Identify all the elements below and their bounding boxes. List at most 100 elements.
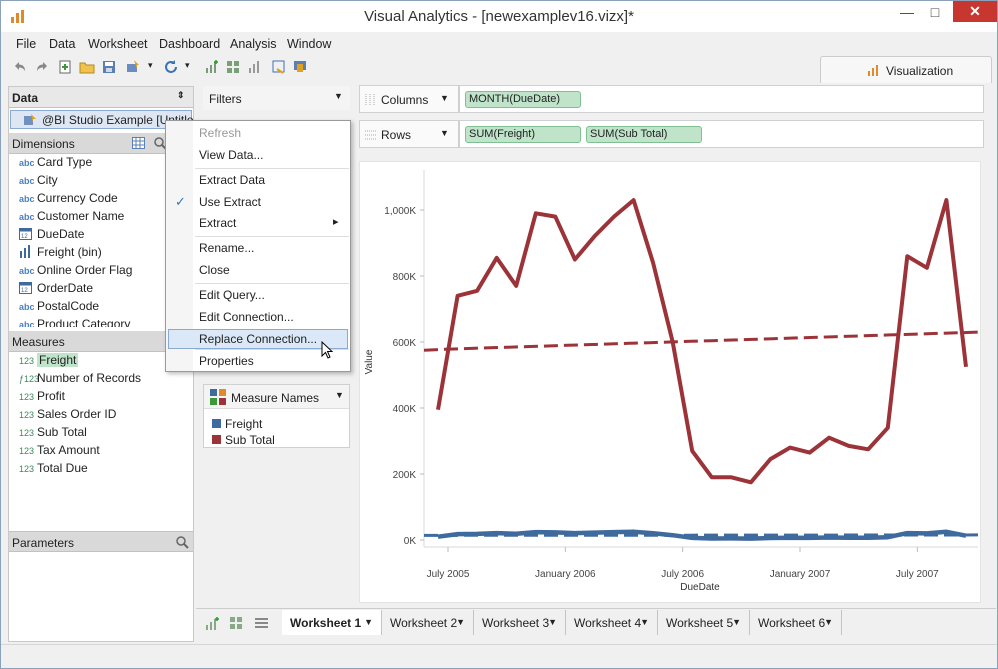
columns-pill[interactable]: MONTH(DueDate) [465, 91, 581, 108]
menu-item-close[interactable]: Close [199, 263, 230, 277]
worksheet-tab[interactable]: Worksheet 5 ▼ [658, 610, 750, 635]
numeric-field-icon: 123 [19, 356, 35, 366]
presentation-icon[interactable] [292, 59, 308, 75]
tab-dropdown-icon[interactable]: ▼ [640, 617, 649, 627]
measure-field[interactable]: 123 Total Due [19, 461, 88, 479]
format-icon[interactable] [271, 59, 287, 75]
filters-dropdown-icon[interactable]: ▼ [334, 91, 343, 101]
menu-dashboard[interactable]: Dashboard [159, 37, 220, 51]
new-worksheet-icon[interactable] [204, 59, 220, 75]
worksheet-tab[interactable]: Worksheet 4 ▼ [566, 610, 658, 635]
columns-dropdown-icon[interactable]: ▼ [440, 93, 449, 103]
tab-dropdown-icon[interactable]: ▼ [732, 617, 741, 627]
new-dashboard-icon[interactable] [225, 59, 241, 75]
dimension-field[interactable]: abc Online Order Flag [19, 263, 132, 281]
legend-item[interactable]: Freight [212, 417, 262, 431]
undo-icon[interactable] [12, 59, 28, 75]
menu-item-edit-query[interactable]: Edit Query... [199, 288, 265, 302]
new-dashboard-icon[interactable] [229, 616, 244, 631]
legend-swatch [212, 435, 221, 444]
numeric-field-icon: 123 [19, 464, 35, 474]
chart-icon[interactable] [247, 59, 263, 75]
menu-window[interactable]: Window [287, 37, 331, 51]
dimension-field[interactable]: abc Product Category [19, 317, 130, 327]
worksheet-tab[interactable]: Worksheet 1 ▼ [282, 610, 382, 635]
menu-item-refresh[interactable]: Refresh [199, 126, 241, 140]
tab-visualization[interactable]: Visualization [820, 56, 992, 83]
calculated-measure-icon: ƒ123 [19, 374, 40, 384]
rows-shelf-label[interactable]: Rows ▼ [359, 120, 459, 148]
minimize-button[interactable]: — [894, 2, 920, 22]
columns-shelf[interactable]: MONTH(DueDate) [459, 85, 984, 113]
menu-item-use-extract[interactable]: Use Extract [199, 195, 261, 209]
sheet-list-icon[interactable] [254, 617, 269, 630]
measure-field[interactable]: 123 Tax Amount [19, 443, 100, 461]
legend-header[interactable]: Measure Names ▼ [204, 385, 349, 409]
menu-item-replace-connection[interactable]: Replace Connection... [199, 332, 317, 346]
dimension-field[interactable]: 12 OrderDate [19, 281, 93, 299]
menu-file[interactable]: File [16, 37, 36, 51]
legend-dropdown-icon[interactable]: ▼ [335, 390, 344, 400]
worksheet-tab[interactable]: Worksheet 3 ▼ [474, 610, 566, 635]
x-axis-title: DueDate [680, 582, 720, 593]
legend-swatch [212, 419, 221, 428]
measure-field[interactable]: 123 Profit [19, 389, 65, 407]
tab-dropdown-icon[interactable]: ▼ [548, 617, 557, 627]
new-worksheet-icon[interactable] [205, 616, 220, 631]
worksheet-tab[interactable]: Worksheet 6 ▼ [750, 610, 842, 635]
filters-card[interactable]: Filters ▼ [203, 86, 350, 110]
field-label: Card Type [37, 155, 93, 169]
menu-item-edit-connection[interactable]: Edit Connection... [199, 310, 294, 324]
sort-arrows-icon[interactable]: ⇕ [177, 90, 185, 101]
refresh-icon[interactable] [163, 59, 179, 75]
menu-item-extract-data[interactable]: Extract Data [199, 173, 265, 187]
field-label: Online Order Flag [37, 263, 133, 277]
redo-icon[interactable] [34, 59, 50, 75]
dropdown-arrow-icon[interactable]: ▾ [148, 60, 153, 71]
measure-field[interactable]: 123 Sales Order ID [19, 407, 116, 425]
rows-pill[interactable]: SUM(Sub Total) [586, 126, 702, 143]
columns-shelf-label[interactable]: Columns ▼ [359, 85, 459, 113]
tab-dropdown-icon[interactable]: ▼ [364, 617, 373, 627]
tab-dropdown-icon[interactable]: ▼ [824, 617, 833, 627]
field-label: Freight (bin) [37, 245, 102, 259]
columns-label: Columns [381, 93, 429, 107]
dimension-field[interactable]: abc City [19, 173, 58, 191]
menu-analysis[interactable]: Analysis [230, 37, 277, 51]
rows-pill[interactable]: SUM(Freight) [465, 126, 581, 143]
data-source-icon[interactable] [125, 59, 141, 75]
menu-item-view-data[interactable]: View Data... [199, 148, 263, 162]
measure-field[interactable]: ƒ123Number of Records [19, 371, 141, 389]
numeric-field-icon: 123 [19, 410, 35, 420]
open-folder-icon[interactable] [79, 59, 95, 75]
legend-card: Measure Names ▼ Freight Sub Total [203, 384, 350, 448]
menu-item-extract[interactable]: Extract [199, 216, 236, 230]
close-window-button[interactable]: ✕ [953, 1, 997, 22]
dimension-field[interactable]: abc Currency Code [19, 191, 118, 209]
chart-area[interactable]: 0K 200K 400K 600K 800K 1,000K July 2005 January… [359, 161, 981, 603]
menu-worksheet[interactable]: Worksheet [88, 37, 148, 51]
search-icon[interactable] [175, 535, 189, 549]
dimension-field[interactable]: abc Card Type [19, 155, 92, 173]
table-view-icon[interactable] [132, 137, 145, 149]
dimension-field[interactable]: 12 DueDate [19, 227, 84, 245]
menu-item-properties[interactable]: Properties [199, 354, 254, 368]
numeric-field-icon: 123 [19, 446, 35, 456]
new-file-icon[interactable] [57, 59, 73, 75]
dropdown-arrow-icon[interactable]: ▾ [185, 60, 190, 71]
measure-field[interactable]: 123 Sub Total [19, 425, 87, 443]
rows-shelf[interactable]: SUM(Freight) SUM(Sub Total) [459, 120, 984, 148]
tab-dropdown-icon[interactable]: ▼ [456, 617, 465, 627]
line-chart[interactable]: 0K 200K 400K 600K 800K 1,000K July 2005 January… [360, 162, 982, 604]
worksheet-tab[interactable]: Worksheet 2 ▼ [382, 610, 474, 635]
dimension-field[interactable]: abc Customer Name [19, 209, 124, 227]
dimension-field[interactable]: abc PostalCode [19, 299, 99, 317]
rows-dropdown-icon[interactable]: ▼ [440, 128, 449, 138]
legend-item[interactable]: Sub Total [212, 433, 275, 447]
menu-data[interactable]: Data [49, 37, 75, 51]
menu-item-rename[interactable]: Rename... [199, 241, 254, 255]
dimension-field[interactable]: Freight (bin) [19, 245, 102, 263]
save-icon[interactable] [101, 59, 117, 75]
measure-field[interactable]: 123 Freight [19, 353, 79, 371]
maximize-button[interactable]: □ [922, 2, 948, 22]
